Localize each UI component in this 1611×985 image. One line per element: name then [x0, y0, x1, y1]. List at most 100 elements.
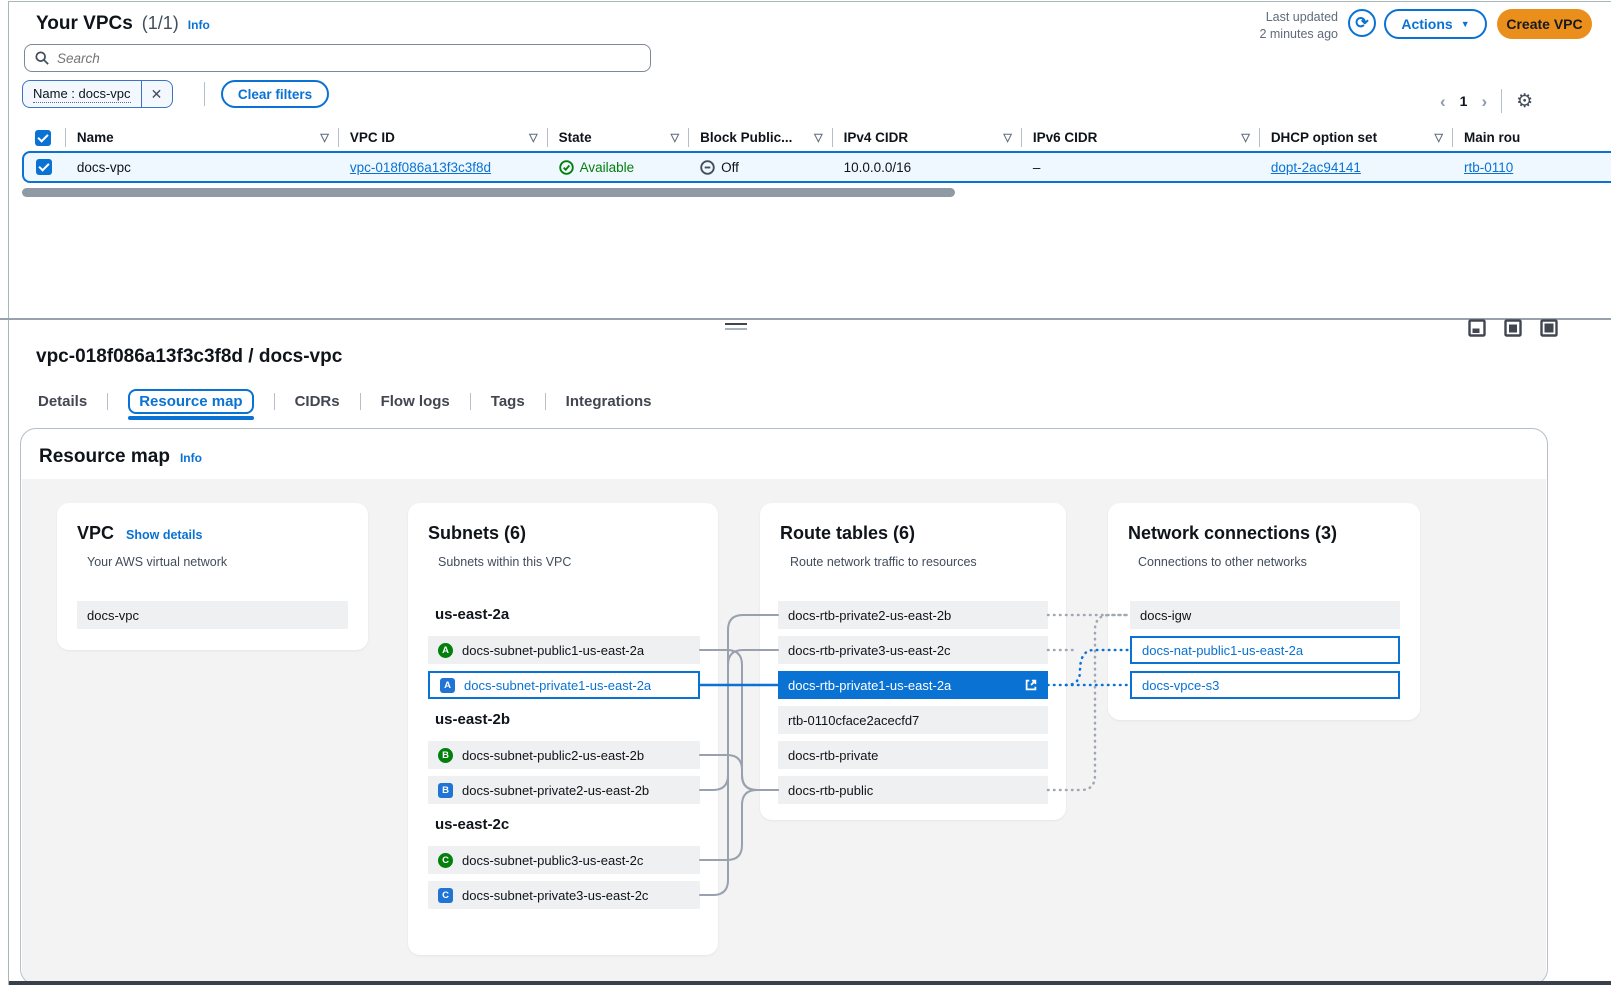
- col-name[interactable]: Name▽: [65, 124, 338, 151]
- main-route-table-link[interactable]: rtb-0110: [1464, 160, 1513, 175]
- subnets-column-title: Subnets (6): [428, 523, 526, 544]
- route-table-node[interactable]: rtb-0110cface2acecfd7: [778, 706, 1048, 734]
- route-tables-column-title: Route tables (6): [780, 523, 915, 544]
- cell-ipv6-cidr: –: [1021, 153, 1259, 181]
- row-checkbox[interactable]: [36, 159, 52, 175]
- sort-icon[interactable]: ▽: [320, 131, 328, 144]
- prev-page-icon[interactable]: ‹: [1440, 93, 1446, 110]
- route-table-node[interactable]: docs-rtb-private3-us-east-2c: [778, 636, 1048, 664]
- block-public-text: Off: [721, 160, 739, 175]
- vpc-column-subtitle: Your AWS virtual network: [87, 555, 227, 569]
- cell-dhcp-option-set: dopt-2ac94141: [1259, 153, 1452, 181]
- col-ipv6-cidr[interactable]: IPv6 CIDR▽: [1021, 124, 1259, 151]
- page-number[interactable]: 1: [1460, 93, 1468, 109]
- sort-icon[interactable]: ▽: [1003, 131, 1011, 144]
- gear-icon[interactable]: ⚙: [1516, 90, 1533, 113]
- actions-button[interactable]: Actions ▼: [1384, 9, 1487, 39]
- subnet-node-private2[interactable]: B docs-subnet-private2-us-east-2b: [428, 776, 700, 804]
- az-heading: us-east-2c: [435, 816, 509, 833]
- route-table-node[interactable]: docs-rtb-private2-us-east-2b: [778, 601, 1048, 629]
- tab-resource-map[interactable]: Resource map: [128, 389, 253, 414]
- tab-tags[interactable]: Tags: [491, 393, 525, 410]
- vpc-id-link[interactable]: vpc-018f086a13f3c3f8d: [350, 160, 491, 175]
- vpc-count: (1/1): [142, 13, 179, 34]
- search-icon: [35, 51, 49, 65]
- connection-node-nat[interactable]: docs-nat-public1-us-east-2a: [1130, 636, 1400, 664]
- route-table-node[interactable]: docs-rtb-private: [778, 741, 1048, 769]
- network-connections-column-title: Network connections (3): [1128, 523, 1337, 544]
- panel-size-controls: [1468, 319, 1558, 337]
- close-icon: ✕: [151, 86, 163, 103]
- vpc-node[interactable]: docs-vpc: [77, 601, 348, 629]
- col-main-route-table[interactable]: Main rou: [1452, 124, 1611, 151]
- public-subnet-badge: C: [438, 853, 453, 868]
- select-all-checkbox[interactable]: [35, 130, 51, 146]
- status-available-icon: [559, 160, 574, 175]
- cell-block-public: Off: [688, 153, 831, 181]
- route-tables-column-subtitle: Route network traffic to resources: [790, 555, 977, 569]
- search-box: [24, 44, 651, 72]
- external-link-icon[interactable]: [1024, 678, 1038, 692]
- horizontal-scrollbar[interactable]: [22, 188, 955, 197]
- panel-small-icon[interactable]: [1468, 319, 1486, 337]
- pagination: ‹ 1 › ⚙: [1440, 88, 1533, 114]
- dhcp-option-set-link[interactable]: dopt-2ac94141: [1271, 160, 1361, 175]
- row-checkbox-cell: [24, 153, 65, 181]
- refresh-button[interactable]: ⟳: [1348, 9, 1376, 37]
- show-details-link[interactable]: Show details: [126, 528, 202, 542]
- filter-divider: [204, 82, 205, 106]
- subnet-node-private3[interactable]: C docs-subnet-private3-us-east-2c: [428, 881, 700, 909]
- tab-integrations[interactable]: Integrations: [566, 393, 652, 410]
- sort-icon[interactable]: ▽: [814, 131, 822, 144]
- token-dismiss-button[interactable]: ✕: [142, 81, 172, 107]
- public-subnet-badge: B: [438, 748, 453, 763]
- network-connections-column-card: Network connections (3) Connections to o…: [1108, 503, 1420, 720]
- search-input[interactable]: [57, 51, 640, 66]
- tab-flow-logs[interactable]: Flow logs: [381, 393, 450, 410]
- cell-ipv4-cidr: 10.0.0.0/16: [832, 153, 1021, 181]
- private-subnet-badge: C: [438, 888, 453, 903]
- subnet-node-public2[interactable]: B docs-subnet-public2-us-east-2b: [428, 741, 700, 769]
- private-subnet-badge: A: [440, 678, 455, 693]
- col-vpc-id[interactable]: VPC ID▽: [338, 124, 547, 151]
- cell-state: Available: [547, 153, 689, 181]
- network-connections-column-subtitle: Connections to other networks: [1138, 555, 1307, 569]
- col-block-public[interactable]: Block Public...▽: [688, 124, 831, 151]
- col-dhcp-option-set[interactable]: DHCP option set▽: [1259, 124, 1452, 151]
- sort-icon[interactable]: ▽: [529, 131, 537, 144]
- route-table-node-selected[interactable]: docs-rtb-private1-us-east-2a: [778, 671, 1048, 699]
- split-panel-drag-handle[interactable]: [725, 323, 747, 333]
- sort-icon[interactable]: ▽: [1434, 131, 1442, 144]
- filter-token[interactable]: Name : docs-vpc ✕: [22, 80, 173, 108]
- last-updated-text: Last updated 2 minutes ago: [1182, 9, 1338, 43]
- col-state[interactable]: State▽: [547, 124, 689, 151]
- next-page-icon[interactable]: ›: [1481, 93, 1487, 110]
- route-table-node[interactable]: docs-rtb-public: [778, 776, 1048, 804]
- az-heading: us-east-2a: [435, 606, 509, 623]
- public-subnet-badge: A: [438, 643, 453, 658]
- resource-map-info-link[interactable]: Info: [180, 451, 202, 465]
- off-icon: [700, 160, 715, 175]
- create-vpc-button[interactable]: Create VPC: [1497, 9, 1592, 39]
- chevron-down-icon: ▼: [1461, 19, 1470, 29]
- split-panel-divider: [0, 318, 1611, 320]
- subnet-node-private1[interactable]: A docs-subnet-private1-us-east-2a: [428, 671, 700, 699]
- col-ipv4-cidr[interactable]: IPv4 CIDR▽: [832, 124, 1021, 151]
- tab-details[interactable]: Details: [38, 393, 87, 410]
- subnet-node-public1[interactable]: A docs-subnet-public1-us-east-2a: [428, 636, 700, 664]
- panel-large-icon[interactable]: [1540, 319, 1558, 337]
- panel-medium-icon[interactable]: [1504, 319, 1522, 337]
- info-link[interactable]: Info: [188, 18, 210, 32]
- sort-icon[interactable]: ▽: [1241, 131, 1249, 144]
- connection-node-igw[interactable]: docs-igw: [1130, 601, 1400, 629]
- clear-filters-button[interactable]: Clear filters: [221, 80, 329, 108]
- table-row[interactable]: docs-vpc vpc-018f086a13f3c3f8d Available…: [22, 151, 1611, 183]
- connection-node-vpce[interactable]: docs-vpce-s3: [1130, 671, 1400, 699]
- cell-vpc-id: vpc-018f086a13f3c3f8d: [338, 153, 547, 181]
- subnet-node-public3[interactable]: C docs-subnet-public3-us-east-2c: [428, 846, 700, 874]
- vpc-console-page: Your VPCs (1/1) Info Last updated 2 minu…: [0, 0, 1611, 985]
- page-title: Your VPCs: [36, 13, 133, 35]
- tab-cidrs[interactable]: CIDRs: [295, 393, 340, 410]
- vpc-column-title: VPC: [77, 523, 114, 544]
- sort-icon[interactable]: ▽: [671, 131, 679, 144]
